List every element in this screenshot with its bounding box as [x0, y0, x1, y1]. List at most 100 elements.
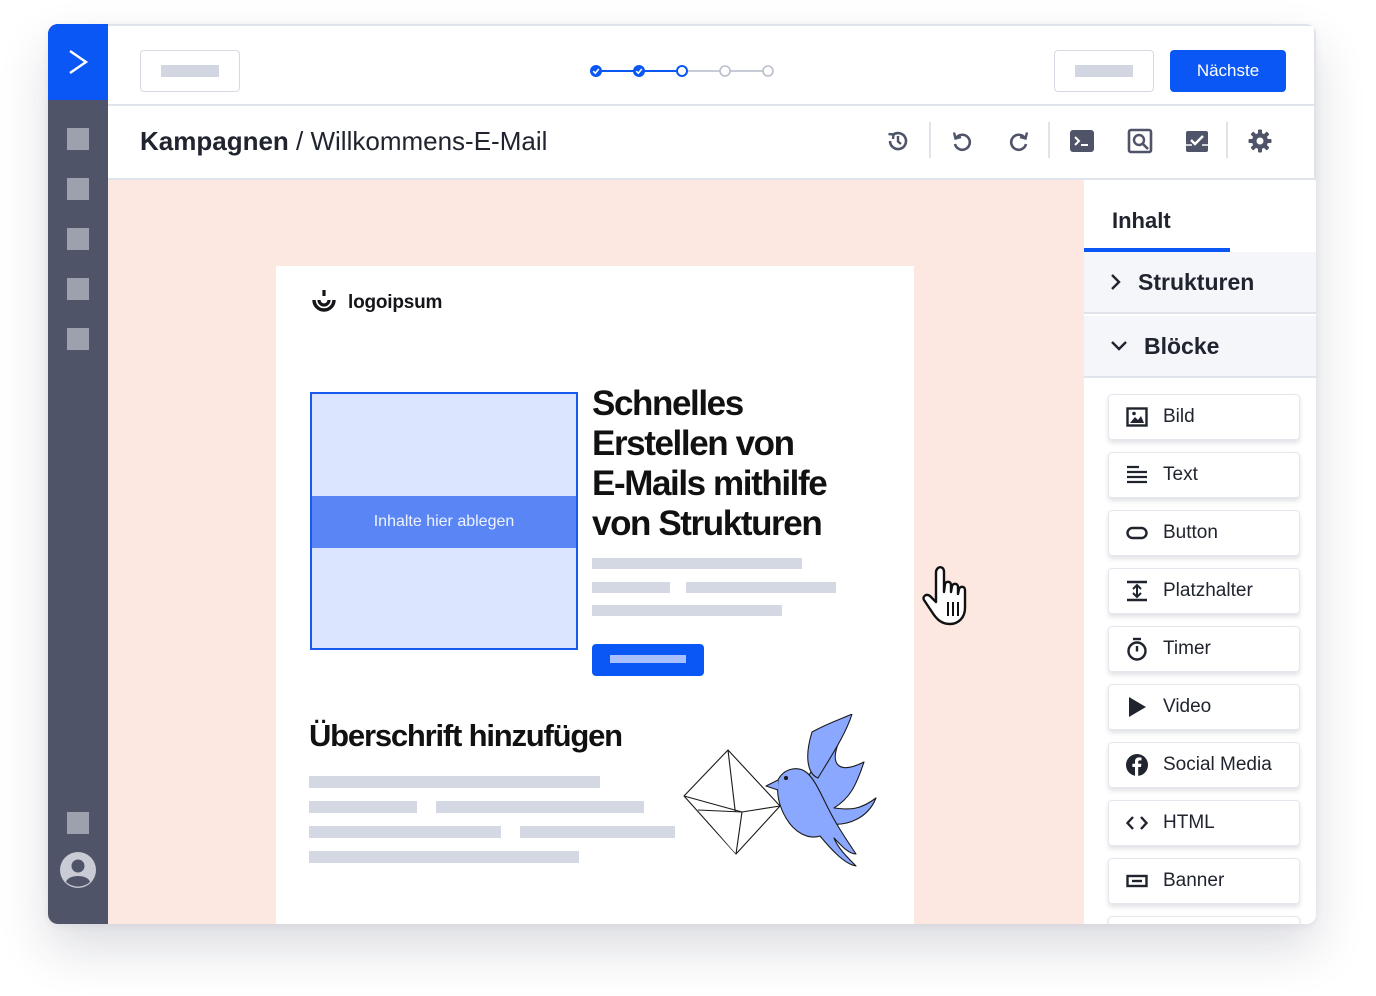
- page-title: Willkommens-E-Mail: [310, 126, 548, 156]
- hero-line: Schnelles: [592, 384, 744, 423]
- placeholder-bar: [610, 655, 686, 663]
- text-placeholder-line: [309, 851, 579, 863]
- nav-item-1[interactable]: [67, 128, 89, 150]
- toolbar-divider: [929, 122, 931, 158]
- facebook-icon: [1125, 753, 1149, 777]
- block-social-media[interactable]: Social Media: [1108, 742, 1300, 788]
- breadcrumb-toolbar: Kampagnen / Willkommens-E-Mail: [108, 106, 1316, 180]
- email-preview: logoipsum Inhalte hier ablegen Schnelles…: [276, 266, 914, 924]
- nav-item-2[interactable]: [67, 178, 89, 200]
- toolbar-divider: [1226, 122, 1228, 158]
- step-1-done[interactable]: [590, 65, 602, 77]
- text-placeholder-line: [436, 801, 644, 813]
- accordion-label: Blöcke: [1144, 332, 1220, 359]
- block-label: Text: [1163, 464, 1198, 485]
- hero-headline[interactable]: Schnelles Erstellen von E-Mails mithilfe…: [592, 384, 882, 544]
- text-placeholder-line: [520, 826, 675, 838]
- text-placeholder-line: [592, 582, 670, 593]
- placeholder-bar: [1075, 65, 1133, 77]
- chevron-right-logo-icon: [69, 50, 89, 74]
- text-placeholder-line: [592, 605, 782, 616]
- progress-stepper: [590, 65, 774, 77]
- hero-line: von Strukturen: [592, 504, 823, 543]
- preview-icon[interactable]: [1126, 127, 1154, 155]
- block-html[interactable]: HTML: [1108, 800, 1300, 846]
- app-window: Nächste Kampagnen / Willkommens-E-Mail l…: [48, 24, 1316, 924]
- block-platzhalter[interactable]: Platzhalter: [1108, 568, 1300, 614]
- redo-icon[interactable]: [1005, 127, 1033, 155]
- history-icon[interactable]: [884, 127, 912, 155]
- drop-zone[interactable]: Inhalte hier ablegen: [310, 392, 578, 650]
- block-button[interactable]: Button: [1108, 510, 1300, 556]
- block-label: Platzhalter: [1163, 580, 1253, 601]
- placeholder-bar: [161, 65, 219, 77]
- text-placeholder-line: [309, 776, 600, 788]
- hero-line: E-Mails mithilfe: [592, 464, 828, 503]
- tab-inhalt[interactable]: Inhalt: [1112, 208, 1171, 234]
- chevron-down-icon: [1111, 341, 1127, 351]
- step-2-done[interactable]: [633, 65, 645, 77]
- block-banner[interactable]: Banner: [1108, 858, 1300, 904]
- logoipsum-icon: [312, 290, 336, 312]
- section-heading[interactable]: Überschrift hinzufügen: [309, 718, 623, 754]
- banner-icon: [1125, 869, 1149, 893]
- accordion-bloecke[interactable]: Blöcke: [1084, 316, 1316, 378]
- app-logo-button[interactable]: [48, 24, 108, 100]
- nav-item-3[interactable]: [67, 228, 89, 250]
- step-4[interactable]: [719, 65, 731, 77]
- left-sidebar: [48, 24, 108, 924]
- text-placeholder-line: [309, 801, 417, 813]
- block-video[interactable]: Video: [1108, 684, 1300, 730]
- code-icon: [1125, 811, 1149, 835]
- settings-icon[interactable]: [1246, 127, 1274, 155]
- block-label: Button: [1163, 522, 1218, 543]
- timer-icon: [1125, 637, 1149, 661]
- accordion-label: Strukturen: [1138, 268, 1255, 295]
- block-label: Banner: [1163, 870, 1225, 891]
- text-placeholder-line: [592, 558, 802, 569]
- block-label: Social Media: [1163, 754, 1272, 775]
- video-icon: [1125, 695, 1149, 719]
- code-icon[interactable]: [1068, 127, 1096, 155]
- text-icon: [1125, 463, 1149, 487]
- chevron-right-icon: [1111, 274, 1121, 290]
- content-panel: Inhalt Strukturen Blöcke Bild Text Butto…: [1084, 180, 1316, 924]
- undo-icon[interactable]: [948, 127, 976, 155]
- back-button[interactable]: [140, 50, 240, 92]
- text-placeholder-line: [309, 826, 501, 838]
- toolbar-divider: [1048, 122, 1050, 158]
- brand-logo: logoipsum: [310, 290, 442, 316]
- block-label: Video: [1163, 696, 1212, 717]
- block-bild[interactable]: Bild: [1108, 394, 1300, 440]
- breadcrumb-section-link[interactable]: Kampagnen: [140, 126, 289, 156]
- brand-name: logoipsum: [348, 292, 443, 313]
- breadcrumb-separator: /: [288, 126, 311, 156]
- hero-line: Erstellen von: [592, 424, 795, 463]
- block-text[interactable]: Text: [1108, 452, 1300, 498]
- step-5[interactable]: [762, 65, 774, 77]
- editor-canvas[interactable]: logoipsum Inhalte hier ablegen Schnelles…: [108, 180, 1084, 924]
- block-label: Bild: [1163, 406, 1195, 427]
- next-button[interactable]: Nächste: [1170, 50, 1286, 92]
- button-icon: [1125, 521, 1149, 545]
- test-icon[interactable]: [1183, 127, 1211, 155]
- drop-zone-label: Inhalte hier ablegen: [312, 496, 576, 548]
- top-bar: Nächste: [108, 24, 1316, 106]
- block-timer[interactable]: Timer: [1108, 626, 1300, 672]
- breadcrumb: Kampagnen / Willkommens-E-Mail: [140, 126, 547, 157]
- text-placeholder-line: [686, 582, 836, 593]
- save-button[interactable]: [1054, 50, 1154, 92]
- nav-item-5[interactable]: [67, 328, 89, 350]
- nav-item-bottom[interactable]: [67, 812, 89, 834]
- spacer-icon: [1125, 579, 1149, 603]
- dove-envelope-illustration: [683, 714, 877, 867]
- hand-pointer-cursor-icon: [922, 566, 967, 626]
- user-avatar-icon[interactable]: [60, 852, 96, 888]
- step-3-current[interactable]: [676, 65, 688, 77]
- accordion-strukturen[interactable]: Strukturen: [1084, 252, 1316, 314]
- block-label: HTML: [1163, 812, 1215, 833]
- cta-button[interactable]: [592, 644, 704, 676]
- block-next-partial[interactable]: [1108, 916, 1300, 924]
- image-icon: [1125, 405, 1149, 429]
- nav-item-4[interactable]: [67, 278, 89, 300]
